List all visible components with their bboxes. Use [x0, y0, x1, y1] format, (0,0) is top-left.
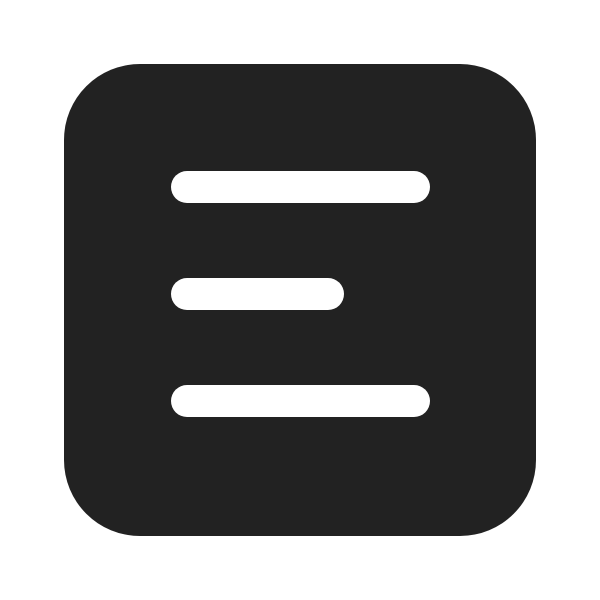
text-align-left-square-icon	[64, 64, 536, 536]
icon-canvas	[0, 0, 600, 600]
